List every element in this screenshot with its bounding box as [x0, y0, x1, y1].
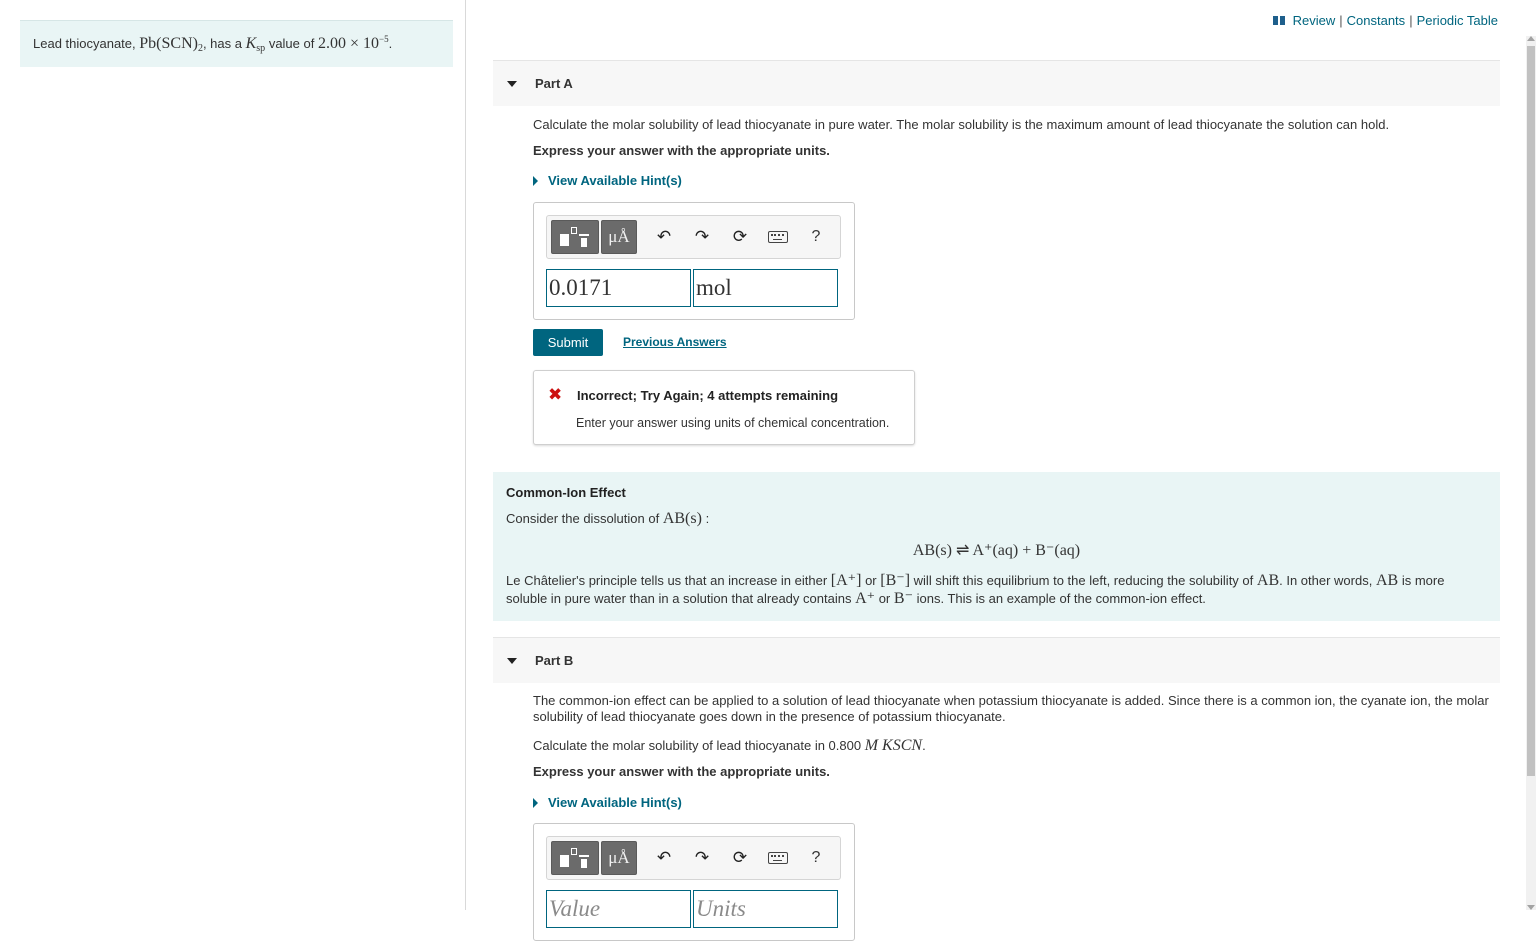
top-links: Review | Constants | Periodic Table — [1272, 13, 1498, 28]
math-toolbar: μÅ ↶ ↷ ⟳ ? — [546, 836, 841, 880]
part-b-question: Calculate the molar solubility of lead t… — [533, 737, 926, 754]
problem-intro: Lead thiocyanate, Pb(SCN)2, has a Ksp va… — [20, 20, 453, 67]
reset-icon[interactable]: ⟳ — [721, 841, 759, 875]
part-b-instruction: Express your answer with the appropriate… — [533, 764, 830, 779]
templates-icon — [560, 225, 590, 249]
constants-link[interactable]: Constants — [1347, 13, 1406, 28]
le-chatelier-paragraph: Le Châtelier's principle tells us that a… — [506, 572, 1445, 607]
undo-icon[interactable]: ↶ — [645, 220, 683, 254]
intro-prefix: Lead thiocyanate, — [33, 36, 136, 51]
value-label: value of — [268, 36, 315, 51]
common-ion-panel: Common-Ion Effect Consider the dissoluti… — [493, 472, 1500, 621]
keyboard-button[interactable] — [759, 841, 797, 875]
templates-icon — [560, 846, 590, 870]
reset-icon[interactable]: ⟳ — [721, 220, 759, 254]
help-icon[interactable]: ? — [797, 841, 835, 875]
part-a-title: Part A — [535, 76, 573, 91]
periodic-table-link[interactable]: Periodic Table — [1417, 13, 1498, 28]
part-b-answer-widget: μÅ ↶ ↷ ⟳ ? Value Units — [533, 823, 855, 941]
hint-label: View Available Hint(s) — [548, 173, 682, 188]
units-input[interactable]: Units — [693, 890, 838, 928]
value-input[interactable]: Value — [546, 890, 691, 928]
scroll-up-arrow-icon[interactable] — [1527, 36, 1535, 41]
common-ion-intro: Consider the dissolution of AB(s) : — [506, 510, 710, 527]
previous-answers-link[interactable]: Previous Answers — [623, 335, 727, 349]
templates-button[interactable] — [551, 220, 599, 254]
feedback-title: Incorrect; Try Again; 4 attempts remaini… — [577, 388, 839, 403]
templates-button[interactable] — [551, 841, 599, 875]
ksp-symbol: Ksp — [245, 35, 266, 54]
expand-triangle-icon — [533, 797, 538, 808]
incorrect-x-icon: ✖ — [548, 385, 563, 404]
common-ion-title: Common-Ion Effect — [506, 485, 626, 500]
keyboard-icon — [768, 231, 788, 243]
part-a-answer-widget: μÅ ↶ ↷ ⟳ ? 0.0171 mol — [533, 202, 855, 320]
feedback-box: ✖ Incorrect; Try Again; 4 attempts remai… — [533, 370, 915, 445]
collapse-triangle-icon[interactable] — [507, 80, 517, 87]
part-b-paragraph: The common-ion effect can be applied to … — [533, 693, 1489, 724]
submit-button[interactable]: Submit — [533, 329, 603, 356]
scrollbar[interactable] — [1526, 36, 1536, 910]
part-a-header[interactable]: Part A — [493, 60, 1500, 106]
collapse-triangle-icon[interactable] — [507, 657, 517, 664]
units-button[interactable]: μÅ — [601, 220, 637, 254]
separator: | — [1409, 13, 1413, 28]
keyboard-icon — [768, 852, 788, 864]
units-input[interactable]: mol — [693, 269, 838, 307]
scrollbar-thumb[interactable] — [1527, 46, 1535, 776]
separator: | — [1339, 13, 1343, 28]
formula: Pb(SCN)2 — [139, 35, 203, 54]
ksp-value: 2.00 × 10−5 — [317, 34, 389, 52]
math-toolbar: μÅ ↶ ↷ ⟳ ? — [546, 215, 841, 259]
intro-end: . — [388, 36, 393, 51]
scroll-down-arrow-icon[interactable] — [1527, 905, 1535, 910]
dissolution-equation: AB(s) ⇌ A⁺(aq) + B⁻(aq) — [912, 542, 1081, 559]
keyboard-button[interactable] — [759, 220, 797, 254]
hint-label: View Available Hint(s) — [548, 795, 682, 810]
part-b-hint-toggle[interactable]: View Available Hint(s) — [533, 795, 682, 810]
help-icon[interactable]: ? — [797, 220, 835, 254]
left-panel: Lead thiocyanate, Pb(SCN)2, has a Ksp va… — [0, 0, 466, 910]
redo-icon[interactable]: ↷ — [683, 220, 721, 254]
part-b-header[interactable]: Part B — [493, 637, 1500, 683]
redo-icon[interactable]: ↷ — [683, 841, 721, 875]
book-icon — [1272, 16, 1285, 25]
part-a-question: Calculate the molar solubility of lead t… — [533, 117, 1390, 132]
value-input[interactable]: 0.0171 — [546, 269, 691, 307]
part-a-instruction: Express your answer with the appropriate… — [533, 143, 830, 158]
undo-icon[interactable]: ↶ — [645, 841, 683, 875]
part-b-title: Part B — [535, 653, 574, 668]
review-link[interactable]: Review — [1293, 13, 1336, 28]
feedback-message: Enter your answer using units of chemica… — [576, 416, 890, 430]
units-button[interactable]: μÅ — [601, 841, 637, 875]
intro-middle: , has a — [202, 36, 242, 51]
part-a-hint-toggle[interactable]: View Available Hint(s) — [533, 173, 682, 188]
expand-triangle-icon — [533, 175, 538, 186]
